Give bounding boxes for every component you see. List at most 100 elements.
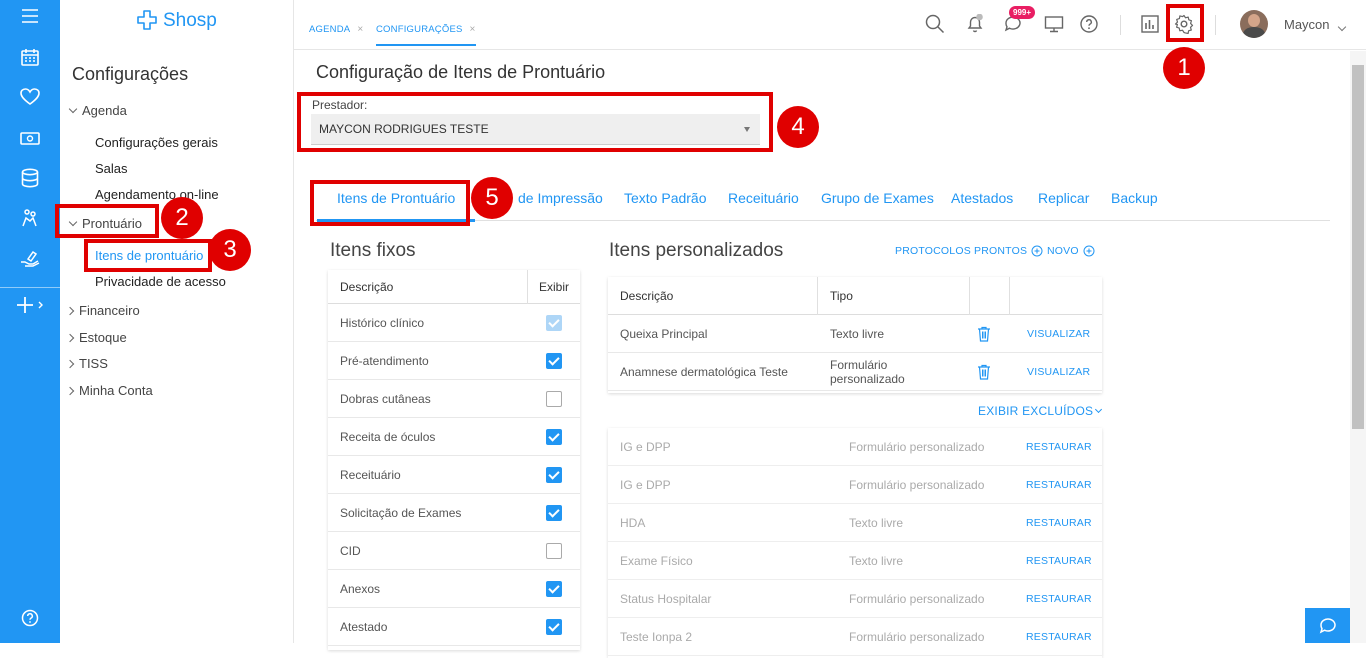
fixed-items-heading: Itens fixos — [330, 240, 416, 261]
show-excluded-toggle[interactable]: EXIBIR EXCLUÍDOS — [978, 404, 1103, 418]
close-icon[interactable]: × — [470, 24, 476, 35]
chevron-right-icon — [65, 333, 75, 342]
brand-logo[interactable]: Shosp — [135, 10, 217, 32]
hand-care-icon[interactable] — [0, 244, 60, 274]
tab-backup[interactable]: Backup — [1111, 190, 1158, 206]
sidebar-subitem-online-booking[interactable]: Agendamento on-line — [95, 187, 219, 202]
tab-texto-padrao[interactable]: Texto Padrão — [624, 190, 707, 206]
scrollbar-thumb[interactable] — [1352, 65, 1364, 429]
show-checkbox[interactable] — [546, 542, 562, 559]
protocols-button[interactable]: PROTOCOLOS PRONTOS — [895, 245, 1043, 257]
row-type: Texto livre — [830, 326, 885, 341]
restore-link[interactable]: RESTAURAR — [1018, 517, 1092, 529]
annotation-box-5 — [310, 180, 470, 226]
row-description: CID — [340, 543, 361, 558]
tab-impressao[interactable]: de Impressão — [518, 190, 603, 206]
show-checkbox[interactable] — [546, 390, 562, 407]
row-description: Anexos — [340, 581, 381, 596]
user-name[interactable]: Maycon — [1284, 17, 1330, 32]
chevron-right-icon — [65, 386, 75, 395]
restore-link[interactable]: RESTAURAR — [1018, 441, 1092, 453]
scrollbar[interactable] — [1350, 51, 1366, 643]
close-icon[interactable]: × — [357, 24, 363, 35]
custom-items-table: Descrição Tipo Queixa Principal Texto liv… — [608, 276, 1102, 393]
people-icon[interactable] — [0, 203, 60, 233]
row-description: Receituário — [340, 467, 401, 482]
question-icon[interactable] — [1079, 14, 1099, 39]
trash-icon[interactable] — [958, 364, 1010, 380]
heart-icon[interactable] — [0, 82, 60, 112]
monitor-icon[interactable] — [1044, 14, 1064, 39]
restore-link[interactable]: RESTAURAR — [1018, 593, 1092, 605]
restore-link[interactable]: RESTAURAR — [1018, 631, 1092, 643]
show-checkbox[interactable] — [546, 428, 562, 445]
chevron-down-icon[interactable] — [1337, 17, 1347, 35]
tab-agenda[interactable]: AGENDA × — [309, 24, 363, 35]
row-type: Texto livre — [849, 515, 904, 530]
tab-configuracoes[interactable]: CONFIGURAÇÕES × — [376, 24, 476, 46]
sidebar-subitem-access-privacy[interactable]: Privacidade de acesso — [95, 274, 226, 289]
database-icon[interactable] — [0, 163, 60, 193]
menu-icon[interactable] — [0, 1, 60, 31]
report-icon[interactable] — [1140, 14, 1160, 39]
settings-sidebar: Shosp Configurações Agenda Configurações… — [60, 0, 294, 643]
page-title: Configuração de Itens de Prontuário — [316, 62, 606, 82]
annotation-badge-3: 3 — [209, 229, 251, 271]
row-description: Teste Ionpa 2 — [620, 629, 693, 644]
show-checkbox[interactable] — [546, 504, 562, 521]
col-type: Tipo — [818, 276, 970, 315]
sidebar-item-label: Agenda — [82, 103, 127, 118]
sidebar-item-label: TISS — [79, 356, 108, 371]
show-checkbox[interactable] — [546, 618, 562, 635]
view-link[interactable]: VISUALIZAR — [1010, 366, 1090, 378]
table-row: IG e DPP Formulário personalizado RESTAURA… — [608, 466, 1102, 504]
sidebar-item-agenda[interactable]: Agenda — [68, 103, 127, 118]
table-row: CID — [328, 532, 580, 570]
row-type: Formulário personalizado — [849, 477, 985, 492]
calendar-icon[interactable] — [0, 42, 60, 72]
row-description: Atestado — [340, 619, 388, 634]
tab-atestados[interactable]: Atestados — [951, 190, 1013, 206]
sidebar-item-minha-conta[interactable]: Minha Conta — [65, 383, 153, 398]
show-checkbox[interactable] — [546, 580, 562, 597]
bell-icon[interactable] — [965, 13, 985, 39]
sidebar-subitem-rooms[interactable]: Salas — [95, 161, 128, 176]
table-row: Queixa Principal Texto livre VISUALIZAR — [608, 315, 1102, 353]
protocols-label: PROTOCOLOS PRONTOS — [895, 245, 1028, 257]
sidebar-subitem-general[interactable]: Configurações gerais — [95, 135, 218, 150]
tab-grupo-exames[interactable]: Grupo de Exames — [821, 190, 934, 206]
restore-link[interactable]: RESTAURAR — [1018, 479, 1092, 491]
row-description: HDA — [620, 515, 646, 530]
avatar[interactable] — [1240, 10, 1268, 38]
sidebar-item-financeiro[interactable]: Financeiro — [65, 303, 140, 318]
show-checkbox[interactable] — [546, 466, 562, 483]
chat-button[interactable] — [1305, 608, 1350, 643]
trash-icon[interactable] — [958, 326, 1010, 342]
table-row: Pré-atendimento — [328, 342, 580, 380]
row-description: Histórico clínico — [340, 315, 425, 330]
row-description: Pré-atendimento — [340, 353, 429, 368]
table-row: HDA Texto livre RESTAURAR — [608, 504, 1102, 542]
plus-circle-icon — [1083, 245, 1095, 257]
view-link[interactable]: VISUALIZAR — [1010, 328, 1090, 340]
help-icon[interactable] — [0, 603, 60, 633]
sidebar-item-estoque[interactable]: Estoque — [65, 330, 127, 345]
tab-receituario[interactable]: Receituário — [728, 190, 799, 206]
annotation-badge-2: 2 — [161, 197, 203, 239]
new-item-button[interactable]: NOVO — [1047, 245, 1095, 257]
row-description: IG e DPP — [620, 477, 671, 492]
annotation-box-2 — [55, 204, 159, 238]
tab-label: CONFIGURAÇÕES — [376, 24, 463, 35]
money-icon[interactable] — [0, 123, 60, 153]
search-icon[interactable] — [925, 14, 945, 39]
sidebar-item-label: Financeiro — [79, 303, 140, 318]
row-type: Texto livre — [849, 553, 904, 568]
top-bar: AGENDA × CONFIGURAÇÕES × 999+ Maycon — [294, 0, 1366, 50]
restore-link[interactable]: RESTAURAR — [1018, 555, 1092, 567]
sidebar-item-tiss[interactable]: TISS — [65, 356, 108, 371]
add-icon[interactable] — [0, 290, 60, 320]
show-checkbox[interactable] — [546, 352, 562, 369]
tab-replicar[interactable]: Replicar — [1038, 190, 1089, 206]
table-row: Receituário — [328, 456, 580, 494]
notification-badge: 999+ — [1009, 6, 1036, 19]
